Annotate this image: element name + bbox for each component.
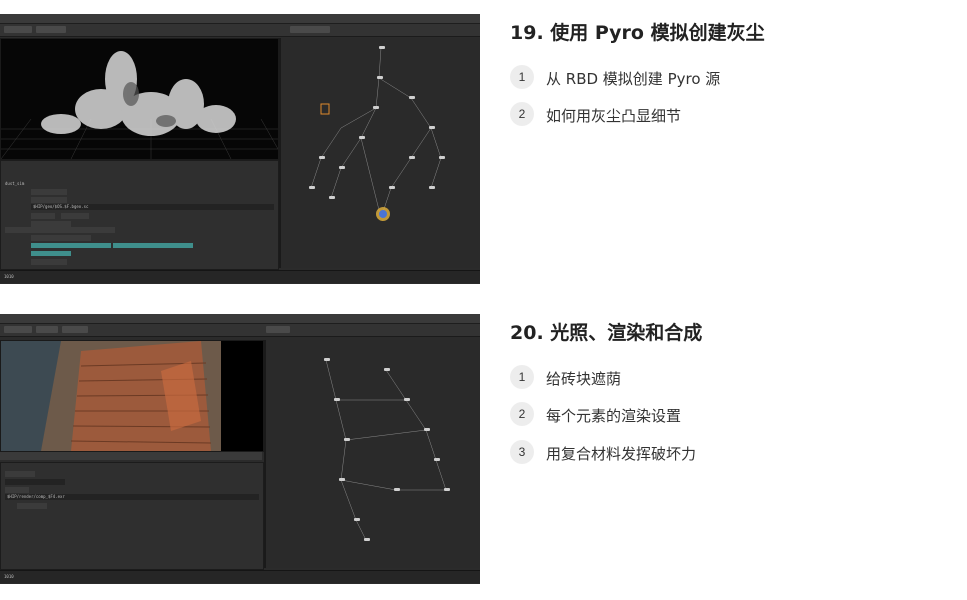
dust-simulation-render — [0, 51, 279, 160]
lesson-item[interactable]: 1 给砖块遮荫 — [510, 365, 950, 391]
parameter-field[interactable] — [31, 189, 67, 195]
network-node[interactable] — [329, 196, 335, 199]
tab[interactable] — [4, 326, 32, 333]
tab[interactable] — [36, 326, 58, 333]
network-node[interactable] — [409, 156, 415, 159]
network-editor[interactable] — [279, 38, 480, 268]
tab[interactable] — [62, 326, 88, 333]
scene-viewport[interactable] — [0, 38, 279, 160]
tab-bar — [0, 324, 480, 337]
parameter-field[interactable] — [31, 259, 67, 265]
section-title: 20. 光照、渲染和合成 — [510, 322, 703, 344]
brick-wall-render — [1, 341, 263, 451]
parameter-panel: dust_sim $HIP/geo/$OS.$F.bgeo.sc — [0, 160, 279, 270]
item-label: 给砖块遮荫 — [546, 370, 622, 388]
lesson-section: 20. 光照、渲染和合成 1 给砖块遮荫 2 每个元素的渲染设置 3 用复合材料… — [510, 318, 950, 478]
network-node[interactable] — [354, 518, 360, 521]
menu-bar — [0, 314, 480, 324]
network-node[interactable] — [373, 106, 379, 109]
network-node[interactable] — [324, 358, 330, 361]
tab[interactable] — [266, 326, 290, 333]
render-view[interactable] — [0, 340, 264, 452]
slider-fill[interactable] — [31, 251, 71, 256]
lesson-section: 19. 使用 Pyro 模拟创建灰尘 1 从 RBD 模拟创建 Pyro 源 2… — [510, 18, 950, 138]
lesson-item[interactable]: 1 从 RBD 模拟创建 Pyro 源 — [510, 65, 950, 91]
item-label: 如何用灰尘凸显细节 — [546, 107, 682, 125]
frame-number: 1010 — [4, 574, 14, 579]
tab[interactable] — [290, 26, 330, 33]
item-number-badge: 3 — [510, 440, 534, 464]
houdini-pyro-screenshot: dust_sim $HIP/geo/$OS.$F.bgeo.sc 1010 — [0, 14, 480, 284]
file-path-field[interactable]: $HIP/geo/$OS.$F.bgeo.sc — [31, 204, 274, 210]
parameter-field[interactable] — [31, 197, 67, 203]
parameter-field[interactable] — [31, 235, 91, 241]
network-node[interactable] — [429, 126, 435, 129]
item-label: 从 RBD 模拟创建 Pyro 源 — [546, 70, 721, 88]
network-node[interactable] — [364, 538, 370, 541]
lesson-item[interactable]: 3 用复合材料发挥破坏力 — [510, 440, 950, 466]
node-graph — [325, 359, 447, 541]
item-number-badge: 2 — [510, 102, 534, 126]
houdini-render-screenshot: $HIP/render/comp_$F4.exr 1010 — [0, 314, 480, 584]
parameter-field[interactable] — [5, 227, 115, 233]
render-toolbar[interactable] — [0, 452, 262, 460]
network-editor[interactable] — [264, 340, 480, 568]
network-node[interactable] — [384, 368, 390, 371]
timeline[interactable]: 1010 — [0, 570, 480, 583]
section-title: 19. 使用 Pyro 模拟创建灰尘 — [510, 22, 765, 44]
parameter-field[interactable] — [17, 503, 47, 509]
network-node[interactable] — [334, 398, 340, 401]
network-node[interactable] — [439, 156, 445, 159]
output-path-field[interactable] — [5, 479, 65, 485]
network-node[interactable] — [379, 46, 385, 49]
network-node[interactable] — [339, 166, 345, 169]
network-node[interactable] — [359, 136, 365, 139]
lesson-item[interactable]: 2 如何用灰尘凸显细节 — [510, 102, 950, 128]
network-node[interactable] — [424, 428, 430, 431]
parameter-panel: $HIP/render/comp_$F4.exr — [0, 462, 264, 570]
output-picture-value: $HIP/render/comp_$F4.exr — [7, 494, 65, 499]
range-slider-fill[interactable] — [113, 243, 193, 248]
item-number-badge: 1 — [510, 365, 534, 389]
network-node[interactable] — [444, 488, 450, 491]
range-slider-fill[interactable] — [31, 243, 111, 248]
menu-bar — [0, 14, 480, 24]
frame-number: 1010 — [4, 274, 14, 279]
network-node[interactable] — [429, 186, 435, 189]
lesson-item[interactable]: 2 每个元素的渲染设置 — [510, 402, 950, 428]
network-node[interactable] — [394, 488, 400, 491]
item-number-badge: 2 — [510, 402, 534, 426]
parameter-field[interactable] — [5, 487, 29, 493]
network-node[interactable] — [377, 76, 383, 79]
parameter-field[interactable] — [61, 213, 89, 219]
node-name-label: dust_sim — [5, 181, 25, 186]
network-node[interactable] — [339, 478, 345, 481]
file-path-value: $HIP/geo/$OS.$F.bgeo.sc — [33, 204, 89, 209]
network-node[interactable] — [434, 458, 440, 461]
network-node[interactable] — [309, 186, 315, 189]
node-graph — [310, 47, 442, 221]
timeline[interactable]: 1010 — [0, 270, 480, 283]
network-node[interactable] — [344, 438, 350, 441]
network-node[interactable] — [409, 96, 415, 99]
item-label: 每个元素的渲染设置 — [546, 407, 682, 425]
parameter-field[interactable] — [31, 213, 55, 219]
item-label: 用复合材料发挥破坏力 — [546, 445, 697, 463]
network-node[interactable] — [319, 156, 325, 159]
tab[interactable] — [36, 26, 66, 33]
network-node[interactable] — [404, 398, 410, 401]
network-node[interactable] — [389, 186, 395, 189]
output-picture-field[interactable]: $HIP/render/comp_$F4.exr — [5, 494, 259, 500]
parameter-field[interactable] — [5, 471, 35, 477]
item-number-badge: 1 — [510, 65, 534, 89]
tab-bar — [0, 24, 480, 37]
tab[interactable] — [4, 26, 32, 33]
